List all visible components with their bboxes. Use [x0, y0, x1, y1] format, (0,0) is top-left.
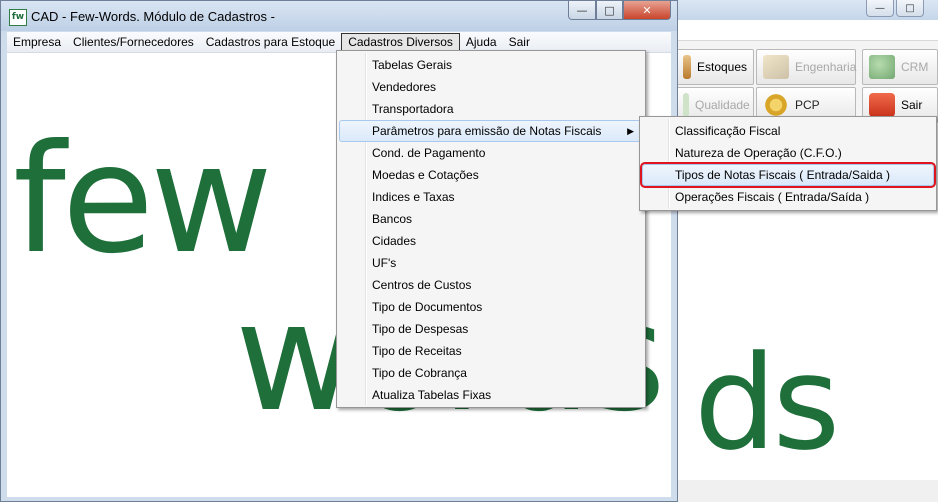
- menu-item-indices-taxas[interactable]: Indices e Taxas: [339, 186, 643, 208]
- menu-item-transportadora[interactable]: Transportadora: [339, 98, 643, 120]
- menu-item-ufs[interactable]: UF's: [339, 252, 643, 274]
- minimize-button[interactable]: —: [568, 1, 596, 20]
- background-titlebar: — □: [676, 0, 938, 20]
- toolbar-label-qualidade: Qualidade: [695, 98, 750, 112]
- toolbar-label-pcp: PCP: [795, 98, 820, 112]
- background-window-controls: — □: [866, 0, 924, 17]
- menu-item-centros-custos[interactable]: Centros de Custos: [339, 274, 643, 296]
- submenu-arrow-icon: ▶: [627, 126, 634, 136]
- submenu-item-natureza-operacao[interactable]: Natureza de Operação (C.F.O.): [642, 142, 934, 164]
- toolbar-button-estoques[interactable]: Estoques: [676, 49, 754, 85]
- toolbar-label-sair: Sair: [901, 98, 923, 112]
- menu-sair[interactable]: Sair: [503, 33, 536, 51]
- background-toolbar: Estoques Engenharia CRM Qualidade PCP Sa…: [676, 40, 938, 123]
- menu-ajuda[interactable]: Ajuda: [460, 33, 503, 51]
- close-button[interactable]: ✕: [623, 1, 671, 20]
- app-icon: fw: [9, 9, 27, 26]
- submenu-item-classificacao-fiscal[interactable]: Classificação Fiscal: [642, 120, 934, 142]
- menu-item-tipo-despesas[interactable]: Tipo de Despesas: [339, 318, 643, 340]
- menu-item-tipo-documentos[interactable]: Tipo de Documentos: [339, 296, 643, 318]
- quality-icon: [683, 93, 689, 117]
- menu-item-tipo-receitas[interactable]: Tipo de Receitas: [339, 340, 643, 362]
- menu-item-parametros-nf-label: Parâmetros para emissão de Notas Fiscais: [372, 124, 602, 138]
- menu-item-cond-pagamento[interactable]: Cond. de Pagamento: [339, 142, 643, 164]
- menu-cadastros-estoque[interactable]: Cadastros para Estoque: [200, 33, 341, 51]
- menu-item-vendedores[interactable]: Vendedores: [339, 76, 643, 98]
- menu-cadastros-diversos[interactable]: Cadastros Diversos: [341, 33, 460, 51]
- menu-item-tabelas-gerais[interactable]: Tabelas Gerais: [339, 54, 643, 76]
- toolbar-label-engenharia: Engenharia: [795, 60, 857, 74]
- menu-item-tipo-cobranca[interactable]: Tipo de Cobrança: [339, 362, 643, 384]
- menu-item-cidades[interactable]: Cidades: [339, 230, 643, 252]
- menu-item-parametros-nf[interactable]: Parâmetros para emissão de Notas Fiscais…: [339, 120, 643, 142]
- toolbar-label-estoques: Estoques: [697, 60, 748, 74]
- background-footer: [676, 480, 938, 502]
- stock-icon: [683, 55, 691, 79]
- window-title: CAD - Few-Words. Módulo de Cadastros -: [31, 9, 275, 24]
- cadastros-diversos-dropdown: Tabelas Gerais Vendedores Transportadora…: [336, 50, 646, 408]
- titlebar: fw CAD - Few-Words. Módulo de Cadastros …: [1, 1, 677, 31]
- submenu-item-operacoes-fiscais[interactable]: Operações Fiscais ( Entrada/Saída ): [642, 186, 934, 208]
- engineering-icon: [763, 55, 789, 79]
- menu-item-moedas-cotacoes[interactable]: Moedas e Cotações: [339, 164, 643, 186]
- window-controls: — □ ✕: [568, 1, 671, 20]
- submenu-item-tipos-notas-fiscais[interactable]: Tipos de Notas Fiscais ( Entrada/Saida ): [640, 162, 936, 188]
- pcp-gear-icon: [763, 93, 789, 117]
- toolbar-label-crm: CRM: [901, 60, 929, 74]
- crm-icon: [869, 55, 895, 79]
- parametros-nf-submenu: Classificação Fiscal Natureza de Operaçã…: [639, 116, 937, 211]
- power-icon: [869, 93, 895, 117]
- logo-few: few: [13, 113, 273, 287]
- menu-clientes-fornecedores[interactable]: Clientes/Fornecedores: [67, 33, 200, 51]
- menu-empresa[interactable]: Empresa: [7, 33, 67, 51]
- logo-text-right: ds: [694, 327, 837, 479]
- maximize-button[interactable]: □: [596, 1, 623, 20]
- menu-item-bancos[interactable]: Bancos: [339, 208, 643, 230]
- background-maximize-button[interactable]: □: [896, 0, 924, 17]
- toolbar-button-crm[interactable]: CRM: [862, 49, 938, 85]
- toolbar-button-engenharia[interactable]: Engenharia: [756, 49, 856, 85]
- background-minimize-button[interactable]: —: [866, 0, 894, 17]
- menu-item-atualiza-tabelas[interactable]: Atualiza Tabelas Fixas: [339, 384, 643, 406]
